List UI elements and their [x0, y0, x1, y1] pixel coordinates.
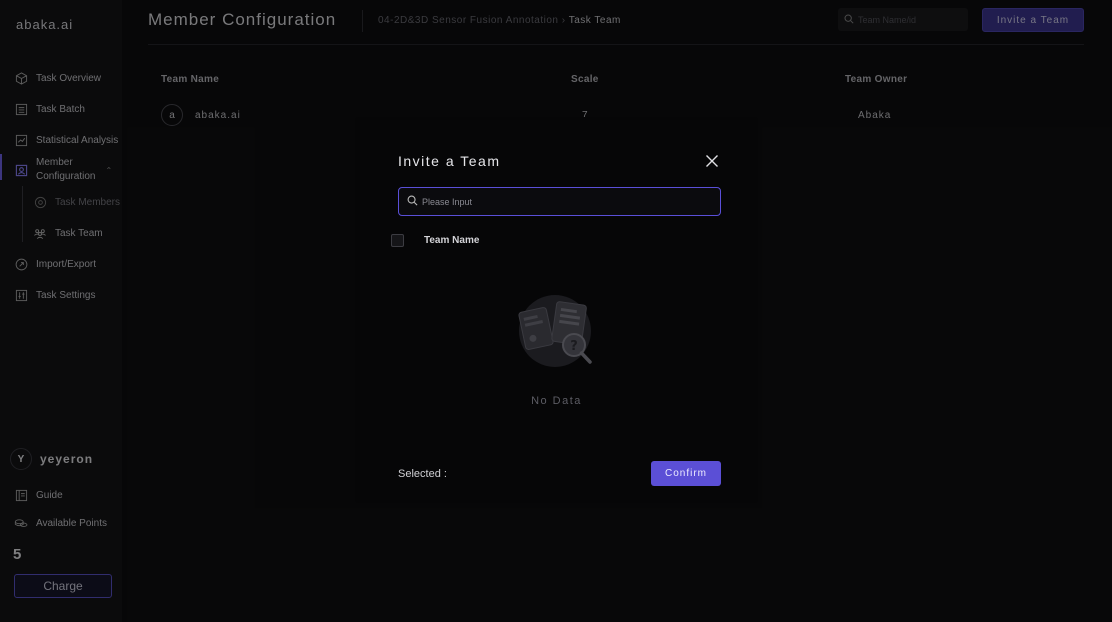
empty-state-text: No Data	[531, 395, 582, 407]
select-all-checkbox[interactable]	[391, 234, 404, 247]
close-icon[interactable]	[705, 154, 719, 168]
selected-label: Selected :	[398, 468, 447, 480]
invite-team-modal: Invite a Team Team Name ?	[355, 117, 758, 503]
modal-search	[398, 187, 721, 216]
search-icon	[407, 193, 418, 211]
column-header-team-name: Team Name	[424, 235, 480, 246]
modal-title: Invite a Team	[398, 153, 501, 169]
svg-text:?: ?	[570, 339, 578, 354]
confirm-button[interactable]: Confirm	[651, 461, 721, 486]
empty-data-illustration-icon: ?	[517, 295, 597, 369]
team-search-input[interactable]	[422, 196, 702, 207]
